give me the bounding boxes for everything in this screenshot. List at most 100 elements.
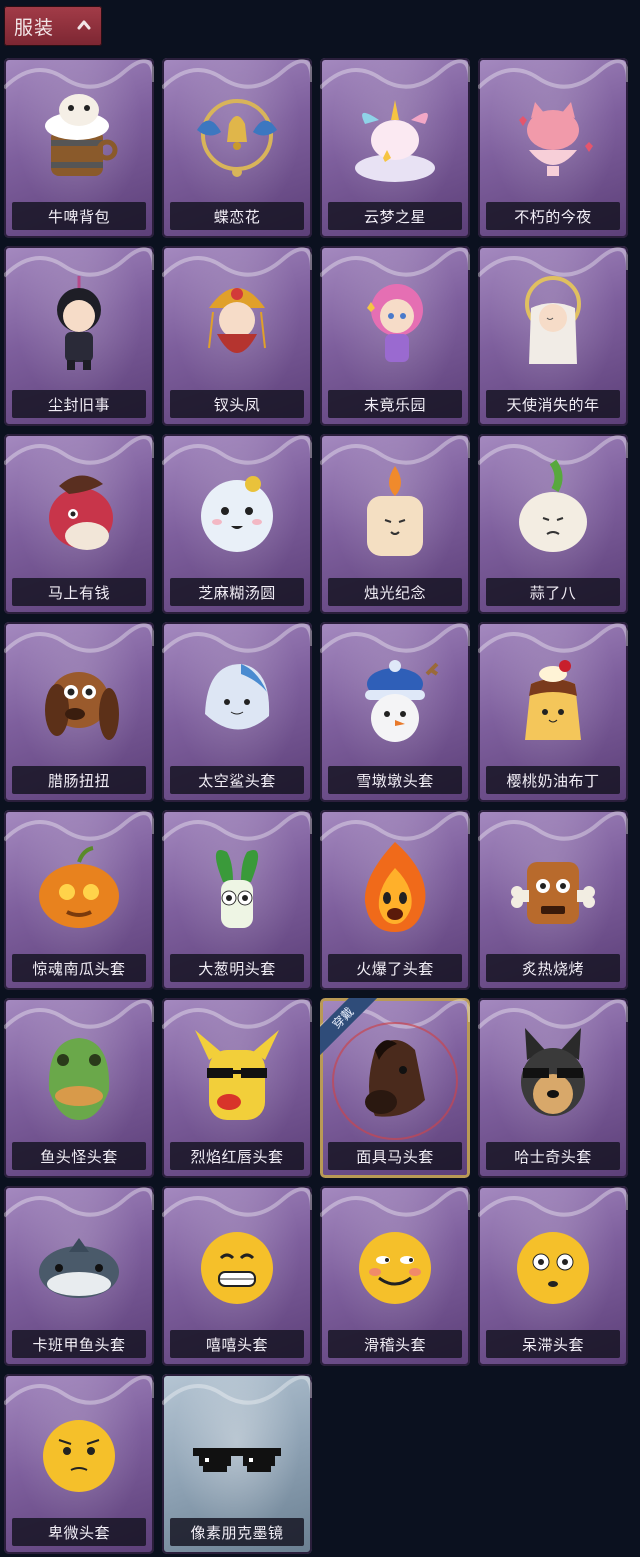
costume-name-bar: 芝麻糊汤圆 — [170, 578, 304, 606]
costume-card[interactable]: 尘封旧事 — [4, 246, 154, 426]
pumpkin-head-icon — [39, 846, 119, 928]
costume-card[interactable]: 樱桃奶油布丁 — [478, 622, 628, 802]
costume-name-bar: 腊肠扭扭 — [12, 766, 146, 794]
costume-name-bar: 烈焰红唇头套 — [170, 1142, 304, 1170]
costume-card[interactable]: 惊魂南瓜头套 — [4, 810, 154, 990]
costume-name-bar: 牛啤背包 — [12, 202, 146, 230]
costume-name-bar: 面具马头套 — [328, 1142, 462, 1170]
costume-name-bar: 太空鲨头套 — [170, 766, 304, 794]
humble-emoji-head-icon — [43, 1420, 115, 1492]
costume-name-bar: 雪墩墩头套 — [328, 766, 462, 794]
costume-name-bar: 大葱明头套 — [170, 954, 304, 982]
costume-card[interactable]: 面具马头套 穿戴 — [320, 998, 470, 1178]
costume-name: 腊肠扭扭 — [47, 771, 110, 790]
costume-card[interactable]: 蝶恋花 — [162, 58, 312, 238]
costume-name: 太空鲨头套 — [198, 771, 276, 790]
butterfly-bell-ornament-icon — [197, 99, 277, 177]
space-shark-head-icon — [205, 664, 270, 730]
chibi-figure-dark-icon — [57, 276, 101, 370]
snowman-head-icon — [365, 660, 439, 742]
costume-name-bar: 呆滞头套 — [486, 1330, 620, 1358]
equipped-badge: 穿戴 — [320, 998, 380, 1058]
costume-card[interactable]: 呆滞头套 — [478, 1186, 628, 1366]
costume-card[interactable]: 太空鲨头套 — [162, 622, 312, 802]
unicorn-cloud-icon — [355, 100, 435, 182]
costume-card[interactable]: 钗头凤 — [162, 246, 312, 426]
costume-name-bar: 烛光纪念 — [328, 578, 462, 606]
green-onion-head-icon — [215, 850, 259, 928]
costume-name: 大葱明头套 — [198, 959, 276, 978]
fish-head-icon — [39, 1238, 119, 1298]
costume-name: 卑微头套 — [47, 1523, 110, 1542]
costume-name-bar: 像素朋克墨镜 — [170, 1518, 304, 1546]
costume-card[interactable]: 烛光纪念 — [320, 434, 470, 614]
costume-name: 蝶恋花 — [213, 207, 261, 226]
cow-beer-backpack-icon — [45, 94, 118, 176]
costume-name-bar: 炙热烧烤 — [486, 954, 620, 982]
costume-card[interactable]: 腊肠扭扭 — [4, 622, 154, 802]
costume-name-bar: 马上有钱 — [12, 578, 146, 606]
costume-card[interactable]: 卑微头套 — [4, 1374, 154, 1554]
costume-name-bar: 卡班甲鱼头套 — [12, 1330, 146, 1358]
fire-head-icon — [364, 842, 426, 932]
equipped-badge-label: 穿戴 — [320, 998, 380, 1057]
costume-name-bar: 樱桃奶油布丁 — [486, 766, 620, 794]
angel-chibi-icon — [525, 276, 581, 364]
costume-name: 未竟乐园 — [363, 395, 426, 414]
costume-name-bar: 蝶恋花 — [170, 202, 304, 230]
costume-name-bar: 卑微头套 — [12, 1518, 146, 1546]
costume-name: 尘封旧事 — [47, 395, 110, 414]
costume-card[interactable]: 炙热烧烤 — [478, 810, 628, 990]
costume-category-tab[interactable]: 服装 — [4, 6, 102, 46]
costume-tab-label: 服装 — [14, 16, 55, 39]
costume-name: 滑稽头套 — [363, 1335, 426, 1354]
costume-name-bar: 未竟乐园 — [328, 390, 462, 418]
costume-card[interactable]: 烈焰红唇头套 — [162, 998, 312, 1178]
costume-card[interactable]: 牛啤背包 — [4, 58, 154, 238]
costume-card[interactable]: 哈士奇头套 — [478, 998, 628, 1178]
costume-card[interactable]: 鱼头怪头套 — [4, 998, 154, 1178]
costume-name: 马上有钱 — [47, 583, 110, 602]
costume-name-bar: 鱼头怪头套 — [12, 1142, 146, 1170]
dachshund-head-icon — [45, 672, 119, 740]
costume-name-bar: 不朽的今夜 — [486, 202, 620, 230]
costume-name: 樱桃奶油布丁 — [506, 771, 600, 790]
costume-card[interactable]: 大葱明头套 — [162, 810, 312, 990]
candle-head-icon — [367, 466, 423, 556]
costume-card[interactable]: 不朽的今夜 — [478, 58, 628, 238]
costume-card[interactable]: 火爆了头套 — [320, 810, 470, 990]
costume-grid: 牛啤背包 蝶恋花 云梦之星 不朽的今夜尘封旧事 钗头凤 未竟乐园 天使消失的年马上有钱 芝麻糊… — [4, 58, 640, 1554]
costume-card[interactable]: 卡班甲鱼头套 — [4, 1186, 154, 1366]
costume-name-bar: 哈士奇头套 — [486, 1142, 620, 1170]
pink-hair-chibi-icon — [367, 284, 423, 362]
costume-card[interactable]: 天使消失的年 — [478, 246, 628, 426]
costume-card[interactable]: 马上有钱 — [4, 434, 154, 614]
garlic-head-icon — [519, 459, 587, 552]
costume-card[interactable]: 云梦之星 — [320, 58, 470, 238]
costume-name: 雪墩墩头套 — [356, 771, 434, 790]
costume-card[interactable]: 滑稽头套 — [320, 1186, 470, 1366]
costume-card[interactable]: 嘻嘻头套 — [162, 1186, 312, 1366]
costume-name: 烛光纪念 — [363, 583, 426, 602]
costume-name: 呆滞头套 — [521, 1335, 584, 1354]
costume-name: 鱼头怪头套 — [40, 1147, 118, 1166]
costume-card[interactable]: 未竟乐园 — [320, 246, 470, 426]
pixel-sunglasses-icon — [193, 1448, 281, 1472]
costume-name: 蒜了八 — [529, 583, 577, 602]
costume-name-bar: 云梦之星 — [328, 202, 462, 230]
costume-card[interactable]: 蒜了八 — [478, 434, 628, 614]
costume-name: 像素朋克墨镜 — [190, 1523, 284, 1542]
costume-name: 惊魂南瓜头套 — [32, 959, 126, 978]
costume-name: 烈焰红唇头套 — [190, 1147, 284, 1166]
costume-card[interactable]: 芝麻糊汤圆 — [162, 434, 312, 614]
phoenix-crown-chibi-icon — [208, 288, 266, 353]
costume-name: 牛啤背包 — [47, 207, 110, 226]
pikachu-mask-head-icon — [195, 1030, 279, 1120]
husky-head-icon — [521, 1028, 585, 1116]
costume-name: 嘻嘻头套 — [205, 1335, 268, 1354]
chevron-up-icon — [77, 20, 91, 30]
costume-card[interactable]: 像素朋克墨镜 — [162, 1374, 312, 1554]
costume-card[interactable]: 雪墩墩头套 — [320, 622, 470, 802]
costume-name: 炙热烧烤 — [521, 959, 584, 978]
smirk-emoji-head-icon — [359, 1232, 431, 1304]
